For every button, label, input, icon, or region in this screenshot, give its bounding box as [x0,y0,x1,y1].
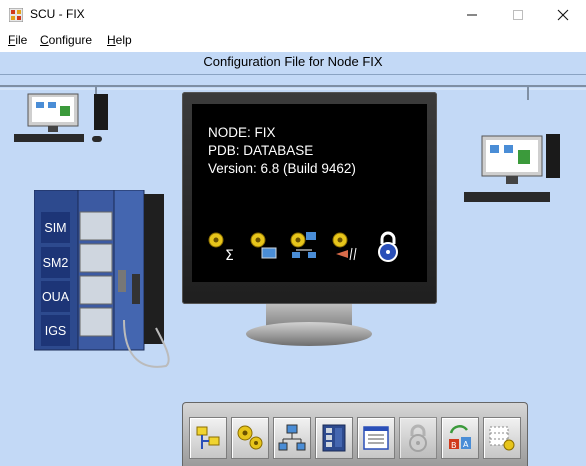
close-button[interactable] [540,0,586,30]
menu-configure[interactable]: Configure [40,33,92,47]
connection-alarm-icon[interactable] [330,230,362,262]
header-bar: Configuration File for Node FIX [0,52,586,75]
monitor-screen: NODE: FIX PDB: DATABASE Version: 6.8 (Bu… [192,104,427,282]
rack-slot-sm2[interactable]: SM2 [41,247,70,278]
menu-file[interactable]: File [8,33,27,47]
maximize-button[interactable] [495,0,541,30]
window-title: SCU - FIX [30,7,85,21]
scada-configuration-icon [322,424,346,452]
startup-tasks-icon [196,426,220,449]
local-startup-button[interactable] [357,417,395,459]
workstation-left-icon[interactable] [12,92,112,152]
local-startup-icon [363,426,389,450]
svg-text:Σ: Σ [225,248,234,262]
menu-file-label: ile [15,33,28,47]
network-configuration-icon [278,424,306,451]
node-monitor: NODE: FIX PDB: DATABASE Version: 6.8 (Bu… [182,92,437,304]
sql-configuration-button[interactable]: B A [441,417,479,459]
startup-tasks-button[interactable] [189,417,227,459]
alarm-areas-icon [489,426,515,451]
minimize-button[interactable] [449,0,495,30]
title-bar: SCU - FIX [0,0,586,30]
menu-help[interactable]: Help [107,33,132,47]
page-title: Configuration File for Node FIX [203,54,383,69]
close-icon [557,9,569,21]
rack-slot-igs[interactable]: IGS [41,315,70,346]
maximize-icon [513,10,523,20]
alarm-areas-button[interactable] [483,417,521,459]
workstation-right-icon[interactable] [462,134,562,212]
menu-configure-label: onfigure [48,33,93,47]
scu-app-icon [9,8,23,22]
pdb-name: PDB: DATABASE [208,143,314,158]
network-configuration-button[interactable] [273,417,311,459]
svg-text:B: B [451,441,457,450]
security-button[interactable] [399,417,437,459]
menu-bar: File Configure Help [0,30,586,52]
menu-configure-mnemonic: C [40,33,49,47]
node-info: NODE: FIX PDB: DATABASE Version: 6.8 (Bu… [208,124,356,178]
alarm-configuration-button[interactable] [231,417,269,459]
minimize-icon [467,14,477,16]
security-lock-icon[interactable] [372,230,404,262]
node-name: NODE: FIX [208,125,276,140]
display-alarm-icon[interactable] [248,230,280,262]
main-toolbar: B A [182,402,528,466]
security-icon [409,424,427,452]
network-alarm-icon[interactable] [288,230,320,262]
alarm-configuration-icon [237,425,263,450]
menu-help-mnemonic: H [107,33,116,47]
rack-slot-sim[interactable]: SIM [41,212,70,243]
menu-help-label: elp [115,33,132,47]
svg-text:A: A [463,440,469,449]
rack-slot-oua[interactable]: OUA [41,281,70,312]
version-text: Version: 6.8 (Build 9462) [208,161,356,176]
scada-configuration-button[interactable] [315,417,353,459]
sigma-alarm-icon[interactable]: Σ [206,230,238,262]
monitor-base [246,322,372,346]
sql-configuration-icon: B A [449,425,471,450]
node-canvas: Configuration File for Node FIX SIM SM2 … [0,52,586,466]
